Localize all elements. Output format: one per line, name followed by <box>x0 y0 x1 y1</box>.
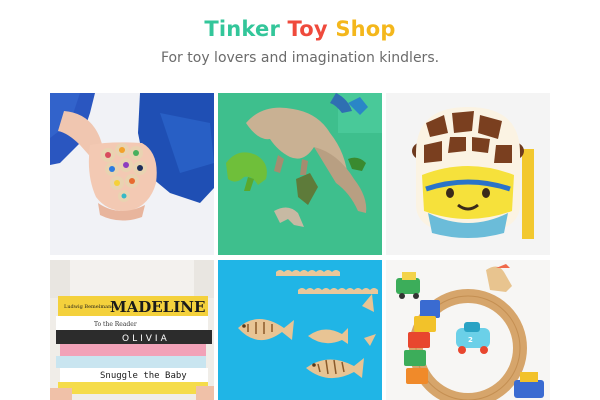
book-author: Ludwig Bemelmans <box>64 304 114 310</box>
product-tile-wooden-fish[interactable] <box>218 260 382 400</box>
title-word-tinker: Tinker <box>204 17 281 41</box>
product-tile-wooden-train[interactable]: 2 <box>386 260 550 400</box>
giraffe-backpack-photo <box>386 93 550 255</box>
product-tile-dinosaurs[interactable] <box>218 93 382 255</box>
site-header: Tinker Toy Shop For toy lovers and imagi… <box>0 0 600 92</box>
tagline: For toy lovers and imagination kindlers. <box>160 50 440 66</box>
dinosaurs-photo <box>218 93 382 255</box>
book-spine-olivia: OLIVIA <box>122 334 170 344</box>
book-title-madeline: MADELINE <box>110 298 205 316</box>
site-title[interactable]: Tinker Toy Shop <box>0 17 600 41</box>
wooden-train-photo: 2 <box>386 260 550 400</box>
title-word-toy: Toy <box>287 17 328 41</box>
title-word-shop: Shop <box>335 17 396 41</box>
product-tile-giraffe-backpack[interactable] <box>386 93 550 255</box>
book-title-snuggle: Snuggle the Baby <box>100 371 187 381</box>
product-tile-books[interactable]: MADELINE Ludwig Bemelmans To the Reader … <box>50 260 214 400</box>
crayons-photo <box>50 93 214 255</box>
wooden-fish-photo <box>218 260 382 400</box>
books-photo: MADELINE Ludwig Bemelmans To the Reader … <box>50 260 214 400</box>
svg-text:2: 2 <box>468 336 473 344</box>
product-tile-crayons[interactable] <box>50 93 214 255</box>
book-small-title: To the Reader <box>94 321 137 328</box>
